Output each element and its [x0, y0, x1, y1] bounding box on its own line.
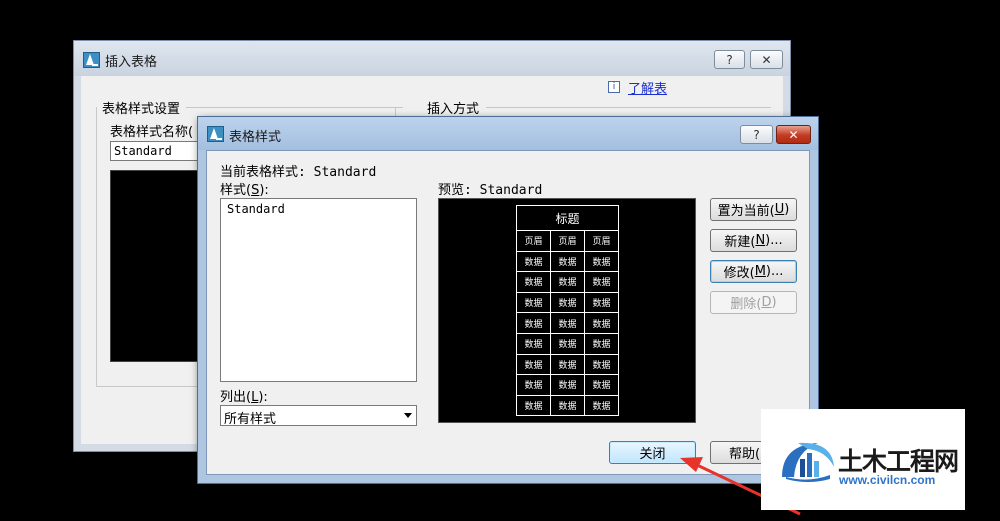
civilcn-logo-icon	[782, 442, 834, 482]
watermark-site-url: www.civilcn.com	[839, 473, 936, 487]
annotation-arrow-head	[680, 457, 703, 472]
site-watermark: 土木工程网 www.civilcn.com	[761, 409, 965, 510]
